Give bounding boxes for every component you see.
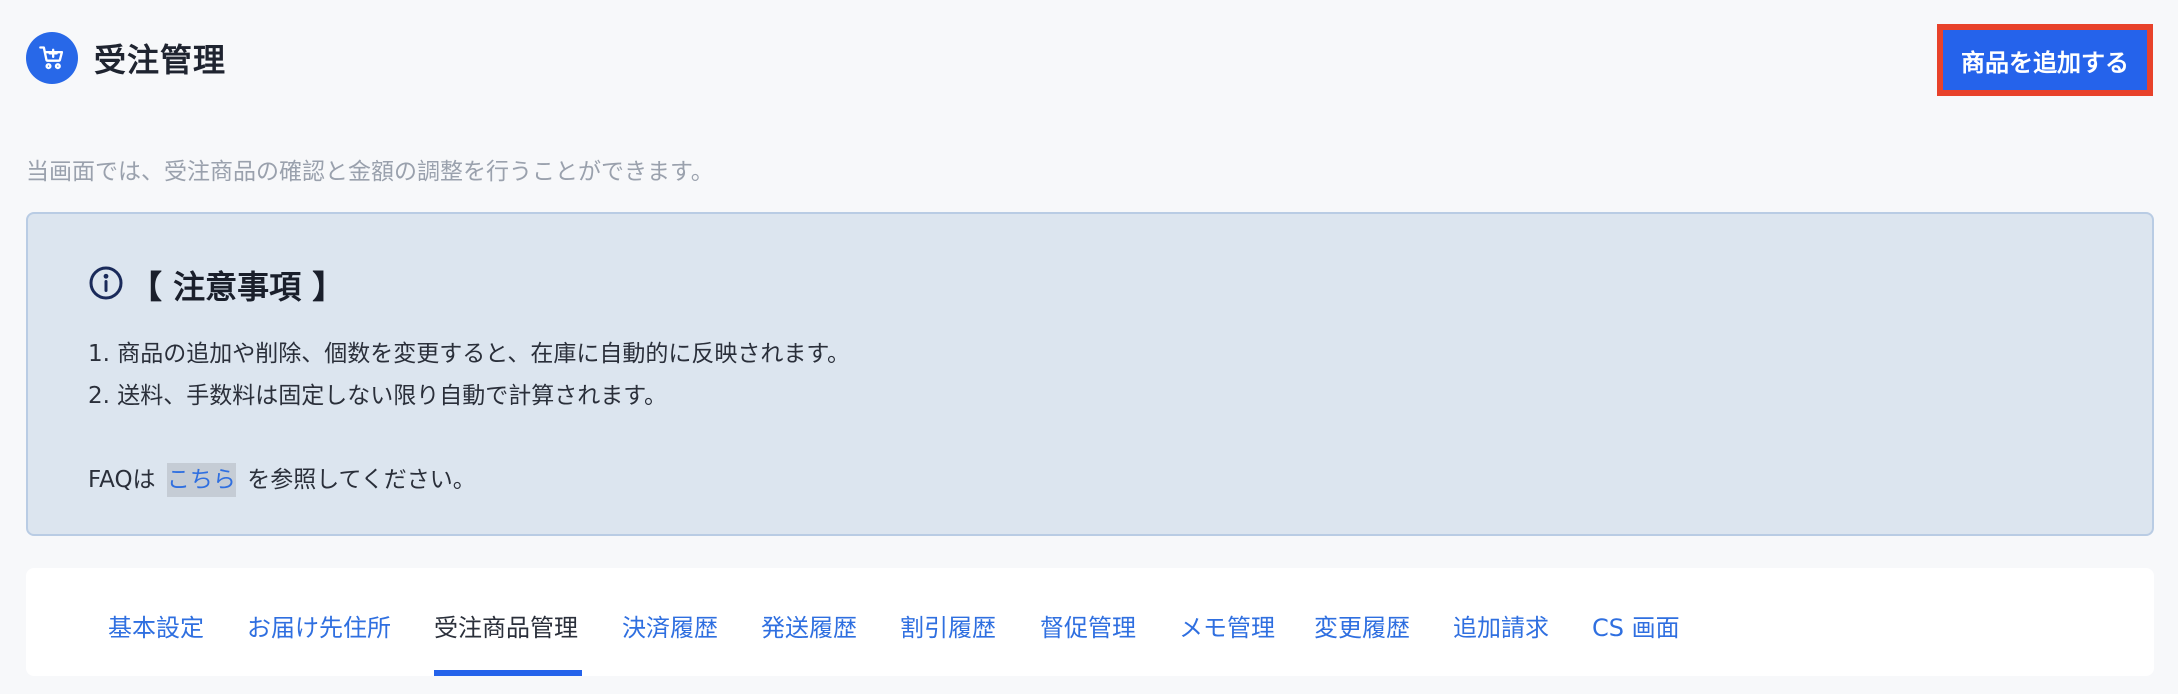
tab-cs-screen[interactable]: CS 画面 <box>1592 608 1680 643</box>
faq-line: FAQは こちら を参照してください。 <box>88 460 476 497</box>
tab-additional-billing[interactable]: 追加請求 <box>1453 608 1549 643</box>
notice-item: 2. 送料、手数料は固定しない限り自動で計算されます。 <box>88 383 667 409</box>
tab-change-history[interactable]: 変更履歴 <box>1314 608 1410 643</box>
faq-prefix: FAQは <box>88 467 156 493</box>
info-circle-icon <box>88 265 124 305</box>
page-title: 受注管理 <box>94 41 227 79</box>
tab-discount-history[interactable]: 割引履歴 <box>900 608 996 643</box>
notice-header: 【 注意事項 】 <box>88 262 344 308</box>
add-product-button[interactable]: 商品を追加する <box>1943 30 2147 90</box>
tab-memo[interactable]: メモ管理 <box>1179 608 1275 643</box>
faq-link[interactable]: こちら <box>166 463 236 497</box>
notice-panel: 【 注意事項 】 1. 商品の追加や削除、個数を変更すると、在庫に自動的に反映さ… <box>26 212 2154 536</box>
notice-item: 1. 商品の追加や削除、個数を変更すると、在庫に自動的に反映されます。 <box>88 341 851 367</box>
tab-payment-history[interactable]: 決済履歴 <box>622 608 718 643</box>
tab-order-items[interactable]: 受注商品管理 <box>434 608 578 643</box>
tab-shipping-history[interactable]: 発送履歴 <box>761 608 857 643</box>
tab-basic-settings[interactable]: 基本設定 <box>108 608 204 643</box>
active-tab-indicator <box>434 670 582 676</box>
add-product-button-highlight: 商品を追加する <box>1937 24 2153 96</box>
tab-bar: 基本設定 お届け先住所 受注商品管理 決済履歴 発送履歴 割引履歴 督促管理 メ… <box>26 568 2154 676</box>
page-header: 受注管理 <box>26 32 226 84</box>
notice-title: 【 注意事項 】 <box>130 268 345 306</box>
faq-suffix: を参照してください。 <box>247 467 476 493</box>
tab-delivery-address[interactable]: お届け先住所 <box>247 608 391 643</box>
page-description: 当画面では、受注商品の確認と金額の調整を行うことができます。 <box>26 159 714 185</box>
tab-dunning[interactable]: 督促管理 <box>1040 608 1136 643</box>
cart-icon <box>26 32 78 84</box>
